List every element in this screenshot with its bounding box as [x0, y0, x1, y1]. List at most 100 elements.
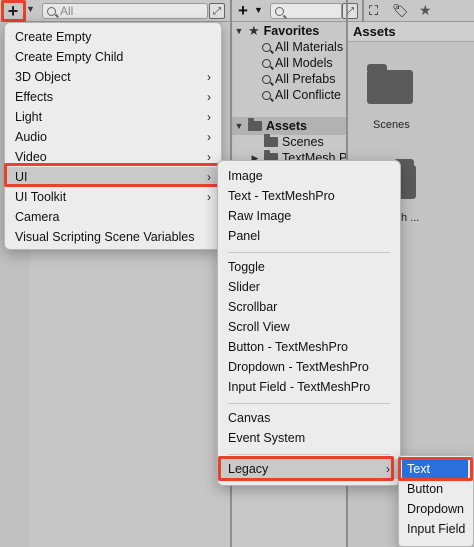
- favorites-row[interactable]: ▼ ★ Favorites: [234, 23, 320, 39]
- legacy-submenu: Text Button Dropdown Input Field: [398, 455, 474, 547]
- menu-item-label: Event System: [228, 431, 306, 445]
- favorite-label: All Prefabs: [275, 72, 336, 86]
- ui-item-slider[interactable]: Slider: [218, 277, 400, 297]
- favorite-label: All Models: [275, 56, 333, 70]
- menu-item-create-empty[interactable]: Create Empty: [5, 27, 221, 47]
- menu-item-label: Light: [15, 110, 43, 124]
- hierarchy-search-input[interactable]: All: [42, 3, 208, 19]
- dropdown-caret-icon[interactable]: ▼: [26, 4, 35, 14]
- ui-item-text-textmeshpro[interactable]: Text - TextMeshPro: [218, 186, 400, 206]
- menu-item-label: Camera: [15, 210, 60, 224]
- menu-item-label: Canvas: [228, 411, 271, 425]
- legacy-item-button[interactable]: Button: [399, 479, 473, 499]
- ui-item-input-field-textmeshpro[interactable]: Input Field - TextMeshPro: [218, 377, 400, 397]
- menu-item-light[interactable]: Light ›: [5, 107, 221, 127]
- legacy-item-dropdown[interactable]: Dropdown: [399, 499, 473, 519]
- favorite-item[interactable]: All Prefabs: [262, 71, 335, 87]
- menu-item-label: Create Empty Child: [15, 50, 124, 64]
- menu-item-label: UI: [15, 170, 28, 184]
- menu-item-audio[interactable]: Audio ›: [5, 127, 221, 147]
- chevron-right-icon: ›: [386, 462, 390, 476]
- menu-item-effects[interactable]: Effects ›: [5, 87, 221, 107]
- menu-separator: [228, 454, 390, 455]
- menu-item-label: Button: [407, 482, 444, 496]
- favorite-label: All Conflicte: [275, 88, 341, 102]
- ui-item-scrollbar[interactable]: Scrollbar: [218, 297, 400, 317]
- favorite-item[interactable]: All Materials: [262, 39, 343, 55]
- assets-panel-title: Assets: [348, 22, 474, 42]
- expand-triangle-icon[interactable]: ▼: [234, 121, 244, 131]
- folder-item[interactable]: Scenes: [264, 134, 324, 150]
- legacy-item-text[interactable]: Text: [402, 459, 468, 479]
- menu-item-3d-object[interactable]: 3D Object ›: [5, 67, 221, 87]
- assets-row[interactable]: ▼ Assets: [234, 118, 307, 134]
- ui-item-event-system[interactable]: Event System: [218, 428, 400, 448]
- menu-item-label: Audio: [15, 130, 47, 144]
- menu-item-label: Dropdown: [407, 502, 464, 516]
- menu-item-label: Slider: [228, 280, 260, 294]
- menu-item-create-empty-child[interactable]: Create Empty Child: [5, 47, 221, 67]
- ui-item-raw-image[interactable]: Raw Image: [218, 206, 400, 226]
- project-toolbar: + ▼ ⤢ ⛶ 🏷 ★: [232, 0, 474, 22]
- menu-item-label: Panel: [228, 229, 260, 243]
- favorite-label: All Materials: [275, 40, 344, 54]
- menu-item-label: Create Empty: [15, 30, 92, 44]
- ui-item-toggle[interactable]: Toggle: [218, 257, 400, 277]
- chevron-right-icon: ›: [207, 70, 211, 84]
- chevron-right-icon: ›: [207, 170, 211, 184]
- chevron-right-icon: ›: [207, 150, 211, 164]
- menu-item-label: Legacy: [228, 462, 269, 476]
- project-dropdown-icon[interactable]: ▼: [254, 5, 263, 15]
- project-search-input[interactable]: [270, 3, 342, 19]
- ui-item-panel[interactable]: Panel: [218, 226, 400, 246]
- filter-by-label-icon[interactable]: 🏷: [392, 3, 409, 19]
- menu-item-ui-toolkit[interactable]: UI Toolkit ›: [5, 187, 221, 207]
- ui-item-scroll-view[interactable]: Scroll View: [218, 317, 400, 337]
- ui-item-canvas[interactable]: Canvas: [218, 408, 400, 428]
- menu-item-label: Text - TextMeshPro: [228, 189, 335, 203]
- favorite-item[interactable]: All Models: [262, 55, 333, 71]
- favorite-star-icon[interactable]: ★: [419, 2, 432, 19]
- project-add-icon[interactable]: +: [238, 1, 248, 21]
- project-search-icon: [275, 7, 284, 16]
- menu-item-ui[interactable]: UI ›: [5, 167, 221, 187]
- menu-item-label: Raw Image: [228, 209, 292, 223]
- hierarchy-toolbar: + ▼ All ⤢: [0, 0, 230, 22]
- search-expand-icon[interactable]: ⤢: [209, 3, 225, 19]
- ui-submenu: Image Text - TextMeshPro Raw Image Panel Tog…: [217, 160, 401, 486]
- ui-item-button-textmeshpro[interactable]: Button - TextMeshPro: [218, 337, 400, 357]
- menu-separator: [228, 403, 390, 404]
- legacy-item-input-field[interactable]: Input Field: [399, 519, 473, 539]
- folder-icon: [264, 134, 278, 147]
- menu-item-label: Scroll View: [228, 320, 290, 334]
- search-filter-icon: [262, 58, 271, 68]
- menu-item-label: Video: [15, 150, 47, 164]
- chevron-right-icon: ›: [207, 110, 211, 124]
- search-filter-icon: [262, 42, 271, 52]
- search-filter-icon: [262, 74, 271, 84]
- search-icon: [47, 6, 56, 16]
- expand-triangle-icon[interactable]: ▼: [234, 26, 244, 36]
- ui-item-dropdown-textmeshpro[interactable]: Dropdown - TextMeshPro: [218, 357, 400, 377]
- ui-item-legacy[interactable]: Legacy ›: [218, 459, 400, 479]
- menu-item-label: Image: [228, 169, 263, 183]
- asset-label: Scenes: [373, 119, 410, 131]
- scenes-folder-icon[interactable]: [367, 64, 413, 104]
- folder-icon: [248, 118, 262, 131]
- menu-item-camera[interactable]: Camera: [5, 207, 221, 227]
- menu-item-video[interactable]: Video ›: [5, 147, 221, 167]
- chevron-right-icon: ›: [207, 90, 211, 104]
- menu-item-label: Toggle: [228, 260, 265, 274]
- menu-item-label: Text: [407, 462, 430, 476]
- menu-item-label: Button - TextMeshPro: [228, 340, 348, 354]
- favorite-item[interactable]: All Conflicte: [262, 87, 341, 103]
- filter-by-type-icon[interactable]: ⛶: [369, 3, 378, 19]
- menu-item-visual-scripting-scene-variables[interactable]: Visual Scripting Scene Variables: [5, 227, 221, 247]
- ui-item-image[interactable]: Image: [218, 166, 400, 186]
- search-placeholder: All: [60, 4, 74, 18]
- project-search-expand-icon[interactable]: ⤢: [342, 3, 358, 19]
- add-button[interactable]: +: [2, 1, 24, 21]
- toolbar-divider: [362, 0, 364, 22]
- assets-label: Assets: [266, 119, 307, 133]
- folder-label: Scenes: [282, 135, 324, 149]
